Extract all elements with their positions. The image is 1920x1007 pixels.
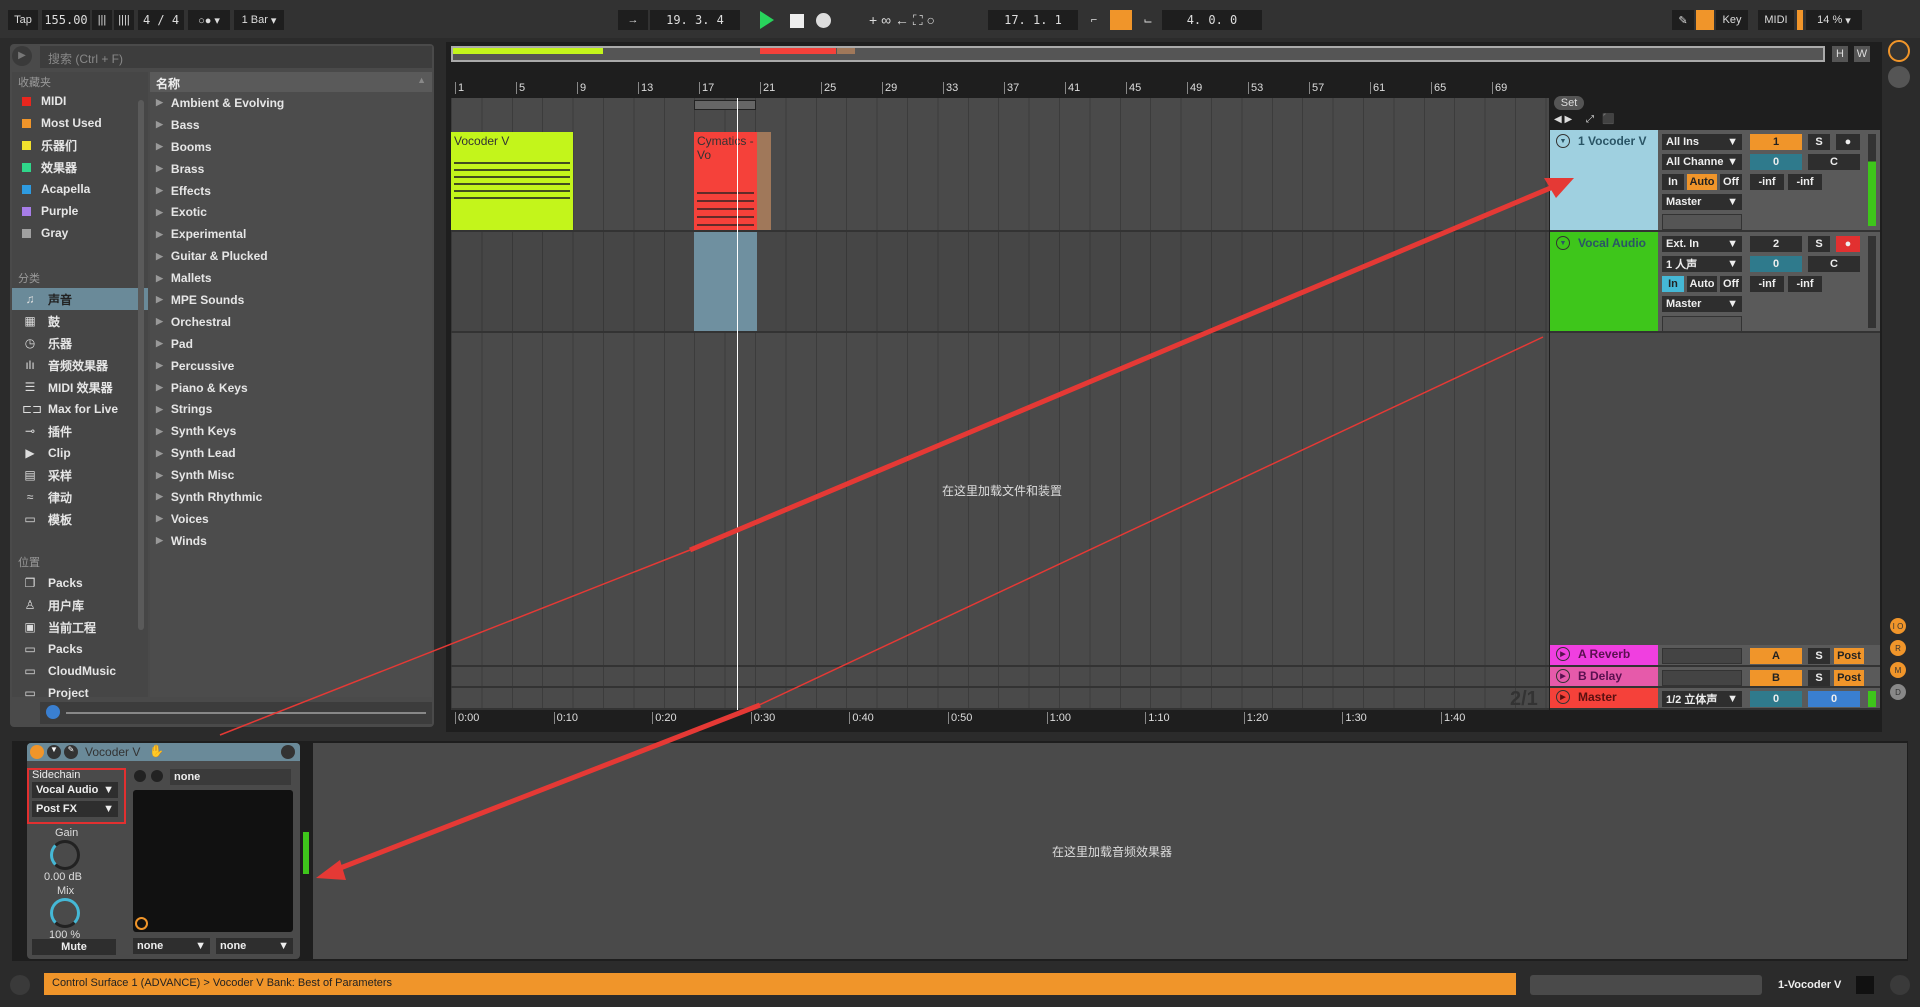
arrow-line [689,181,1561,553]
arrow-head-icon [316,860,346,880]
annotation-arrows [219,178,1574,880]
arrow-line [739,336,1544,715]
arrow-line [329,702,761,875]
arrow-line [219,549,691,736]
